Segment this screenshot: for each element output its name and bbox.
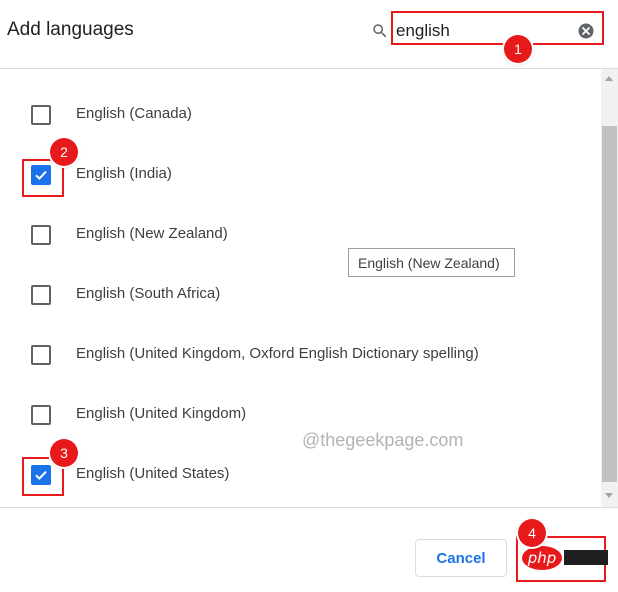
cancel-button[interactable]: Cancel — [415, 539, 507, 577]
language-label: English (United Kingdom) — [76, 405, 247, 422]
step-badge-1: 1 — [504, 35, 532, 63]
search-input-value: english — [396, 21, 450, 40]
clear-icon[interactable] — [577, 22, 595, 40]
watermark: @thegeekpage.com — [302, 430, 464, 450]
step-badge-3: 3 — [50, 439, 78, 467]
language-checkbox[interactable] — [31, 105, 51, 125]
language-label: English (United States) — [76, 465, 230, 482]
php-watermark-logo: php — [522, 546, 562, 570]
language-label: English (South Africa) — [76, 285, 221, 302]
step-badge-4: 4 — [518, 519, 546, 547]
language-label: English (United Kingdom, Oxford English … — [76, 345, 479, 362]
language-checkbox[interactable] — [31, 285, 51, 305]
language-row[interactable]: English (United States) — [0, 447, 600, 507]
step-badge-2: 2 — [50, 138, 78, 166]
language-row[interactable]: English (United Kingdom, Oxford English … — [0, 327, 600, 387]
scrollbar-thumb[interactable] — [602, 126, 617, 482]
scroll-up-arrow-icon[interactable] — [605, 76, 613, 81]
search-icon — [371, 22, 389, 40]
language-label: English (New Zealand) — [76, 225, 228, 242]
redacted-label — [564, 550, 608, 565]
language-label: English (India) — [76, 165, 172, 182]
language-checkbox[interactable] — [31, 405, 51, 425]
language-row[interactable]: English (Canada) — [0, 87, 600, 147]
language-row[interactable]: English (United Kingdom) — [0, 387, 600, 447]
dialog-title: Add languages — [7, 19, 134, 40]
language-checkbox[interactable] — [31, 225, 51, 245]
language-label: English (Canada) — [76, 105, 192, 122]
hover-tooltip: English (New Zealand) — [348, 248, 515, 277]
language-row[interactable]: English (India) — [0, 147, 600, 207]
scroll-down-arrow-icon[interactable] — [605, 493, 613, 498]
language-checkbox[interactable] — [31, 345, 51, 365]
language-list: English (Canada) English (India) English… — [0, 69, 600, 507]
